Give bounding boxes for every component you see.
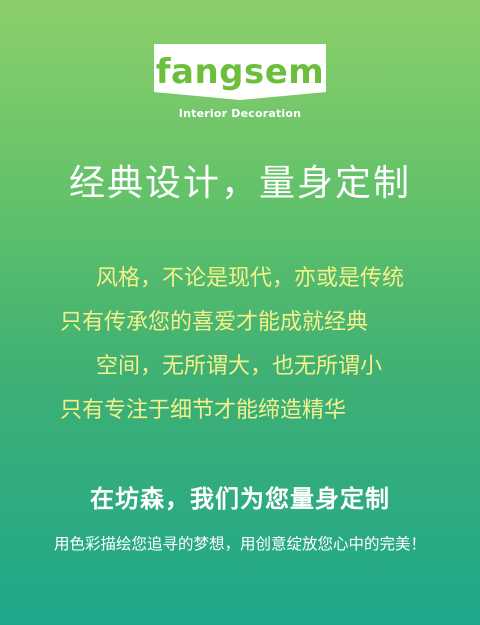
- headline: 经典设计，量身定制: [68, 163, 411, 204]
- poem-line-2: 只有传承您的喜爱才能成就经典: [60, 310, 369, 335]
- poem-line-4: 只有专注于细节才能缔造精华: [60, 398, 347, 423]
- slogan: 在坊森，我们为您量身定制: [90, 485, 390, 513]
- poem-line-1: 风格，不论是现代，亦或是传统: [96, 266, 405, 291]
- logo-subtitle: Interior Decoration: [178, 107, 302, 120]
- logo-wordmark: fangsem: [155, 52, 325, 92]
- poem-line-3: 空间，无所谓大，也无所谓小: [96, 354, 383, 379]
- brand-logo: fangsem Interior Decoration: [152, 44, 328, 126]
- tagline: 用色彩描绘您追寻的梦想，用创意绽放您心中的完美！: [53, 535, 426, 553]
